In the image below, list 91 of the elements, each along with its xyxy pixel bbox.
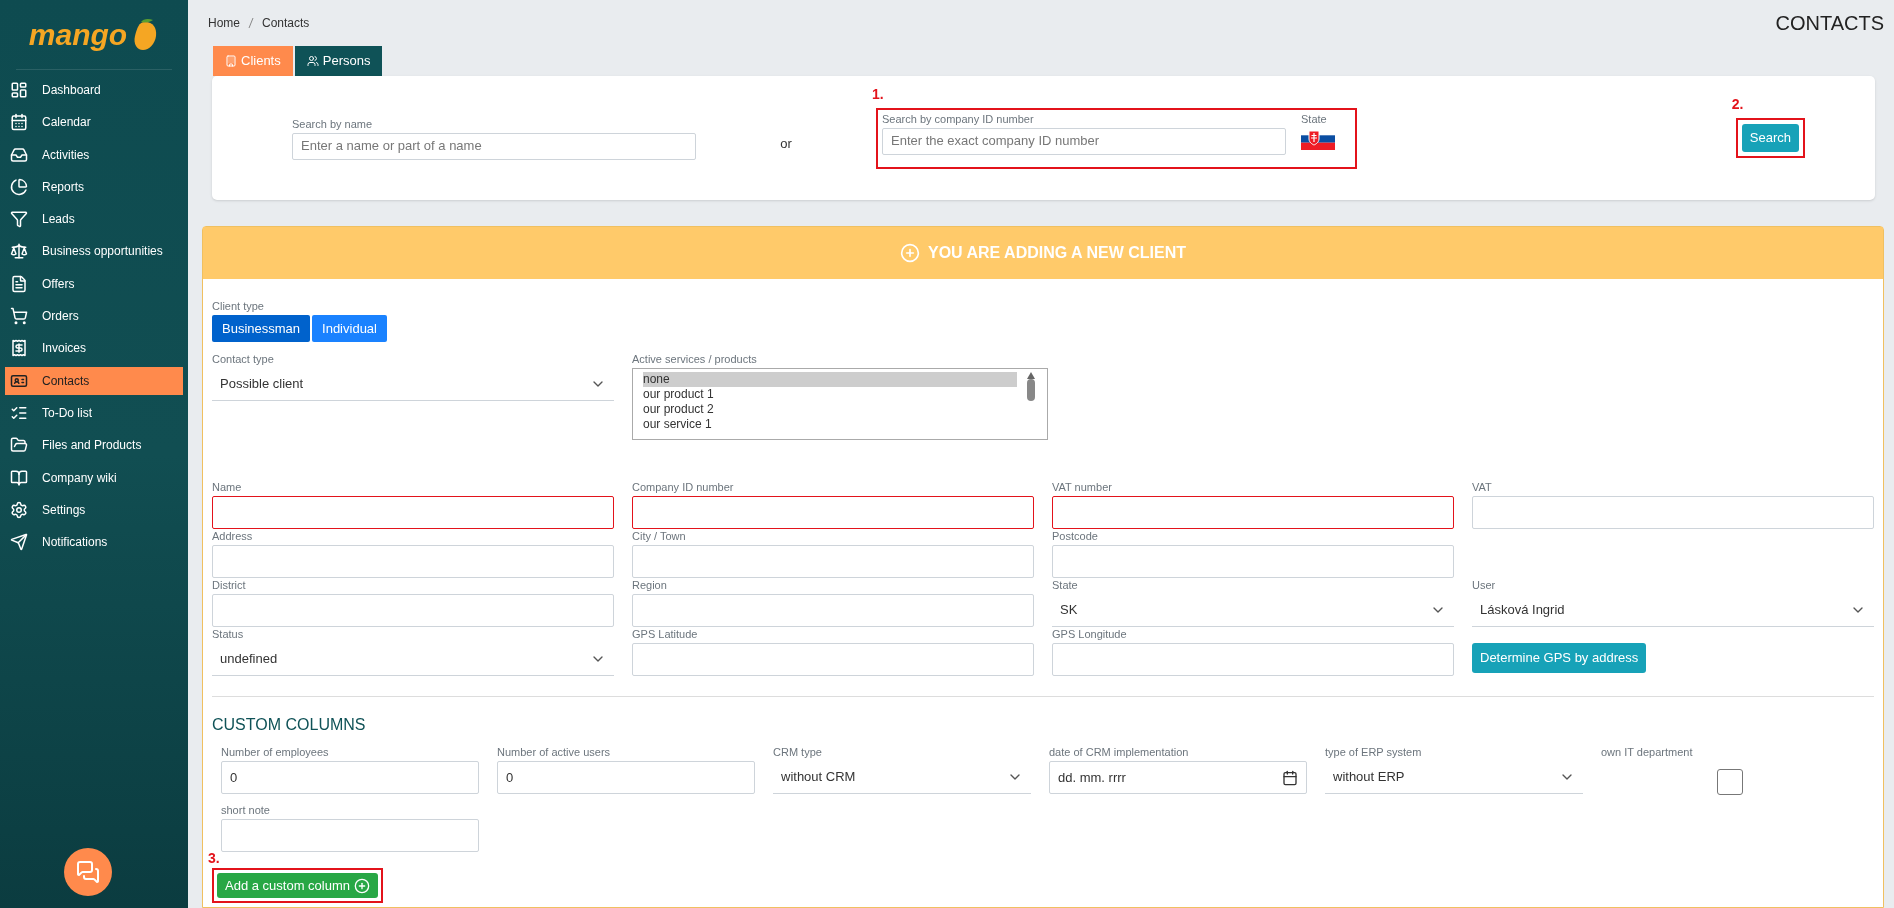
calendar-icon (1282, 769, 1298, 786)
sidebar-item[interactable]: Contacts (5, 366, 183, 395)
card-title: YOU ARE ADDING A NEW CLIENT (927, 243, 1187, 263)
receipt-icon (10, 339, 28, 358)
breadcrumb-separator-icon (248, 17, 254, 29)
paper-plane-icon (10, 533, 28, 552)
field-label: own IT department (1601, 745, 1694, 759)
text-input[interactable]: Enter the exact company ID number (882, 127, 1286, 155)
field-label: Postcode (1052, 529, 1099, 543)
scroll-up-arrow-icon[interactable] (1027, 372, 1035, 379)
date-input[interactable]: dd. mm. rrrr (1049, 761, 1307, 794)
field-label: VAT (1472, 480, 1493, 494)
chat-icon (76, 860, 100, 884)
services-listbox[interactable]: none our product 1 our product 2 our service 1 (632, 368, 1048, 440)
logo-text[interactable]: mango (28, 12, 128, 57)
list-option[interactable]: none (643, 372, 1017, 387)
pie-chart-icon (10, 177, 28, 196)
tab[interactable]: Persons (294, 46, 383, 76)
field-label: Region (632, 578, 668, 592)
plus-circle-icon (354, 877, 370, 894)
page-title: CONTACTS (1775, 11, 1884, 36)
sidebar-item[interactable]: Orders (5, 302, 183, 331)
chat-button[interactable] (64, 848, 112, 896)
field-label: VAT number (1052, 480, 1113, 494)
folder-icon (10, 436, 28, 455)
text-input[interactable]: 0 (221, 761, 479, 794)
field-label: Contact type (212, 352, 275, 366)
section-title: CUSTOM COLUMNS (212, 715, 367, 735)
field-label: Active services / products (632, 352, 758, 366)
users-icon (306, 55, 319, 67)
breadcrumb-link[interactable]: Home (208, 14, 240, 32)
field-label: Name (212, 480, 243, 494)
building-icon (225, 55, 237, 67)
sidebar-item[interactable]: Invoices (5, 334, 183, 363)
field-label: CRM type (773, 745, 823, 759)
field-label: District (212, 578, 247, 592)
field-label: City / Town (632, 529, 687, 543)
sidebar-item[interactable]: Business opportunities (5, 237, 183, 266)
annotation-number: 3. (208, 849, 220, 868)
field-label: Address (212, 529, 254, 543)
field-label: date of CRM implementation (1049, 745, 1190, 759)
field-label: State (1052, 578, 1079, 592)
plus-circle-icon (899, 243, 920, 263)
field-label: Company ID number (632, 480, 735, 494)
or-text: or (779, 135, 793, 154)
sidebar-item[interactable]: Activities (5, 140, 183, 169)
field-label: State (1301, 111, 1328, 126)
text-input[interactable] (1052, 496, 1454, 529)
list-option[interactable]: our product 2 (643, 402, 1017, 417)
field-label: Number of active users (497, 745, 612, 759)
sidebar-item[interactable]: Settings (5, 495, 183, 524)
book-icon (10, 468, 28, 487)
sidebar-item[interactable]: Dashboard (5, 76, 183, 104)
sidebar-item[interactable]: Calendar (5, 108, 183, 137)
sidebar-item[interactable]: Files and Products (5, 431, 183, 460)
annotation-number: 2. (1731, 95, 1744, 114)
sidebar-item[interactable]: Leads (5, 205, 183, 234)
calendar-icon (10, 113, 28, 132)
text-input[interactable] (212, 496, 614, 529)
field-label: User (1472, 578, 1497, 592)
field-label: type of ERP system (1325, 745, 1423, 759)
annotation-number: 1. (872, 84, 884, 104)
sidebar-item[interactable]: Company wiki (5, 463, 183, 492)
client-type-toggle[interactable]: Businessman (212, 315, 311, 342)
field-label: GPS Longitude (1052, 627, 1128, 641)
sidebar-item[interactable]: Reports (5, 172, 183, 201)
text-input[interactable]: Enter a name or part of a name (292, 132, 696, 160)
field-label: Search by company ID number (882, 111, 1035, 126)
field-label: GPS Latitude (632, 627, 699, 641)
sidebar-item[interactable]: Notifications (5, 528, 183, 557)
field-label: Search by name (292, 116, 374, 131)
sidebar-item[interactable]: Offers (5, 269, 183, 298)
text-input[interactable]: 0 (497, 761, 755, 794)
dashboard-icon (10, 81, 28, 99)
settings-icon (10, 500, 28, 519)
sidebar-item[interactable]: To-Do list (5, 398, 183, 427)
document-icon (10, 274, 28, 293)
list-option[interactable]: our product 1 (643, 387, 1017, 402)
checkbox[interactable] (1717, 769, 1743, 795)
text-input[interactable] (632, 496, 1034, 529)
field-label: Client type (212, 299, 265, 313)
client-type-toggle[interactable]: Individual (312, 315, 387, 342)
breadcrumb-link[interactable]: Contacts (262, 14, 310, 32)
field-label: Number of employees (221, 745, 330, 759)
cart-icon (10, 307, 28, 326)
funnel-icon (10, 210, 28, 229)
field-label: Status (212, 627, 245, 641)
list-option[interactable]: our service 1 (643, 417, 1017, 432)
inbox-icon (10, 145, 28, 164)
field-label: short note (221, 803, 271, 817)
scale-icon (10, 242, 28, 261)
